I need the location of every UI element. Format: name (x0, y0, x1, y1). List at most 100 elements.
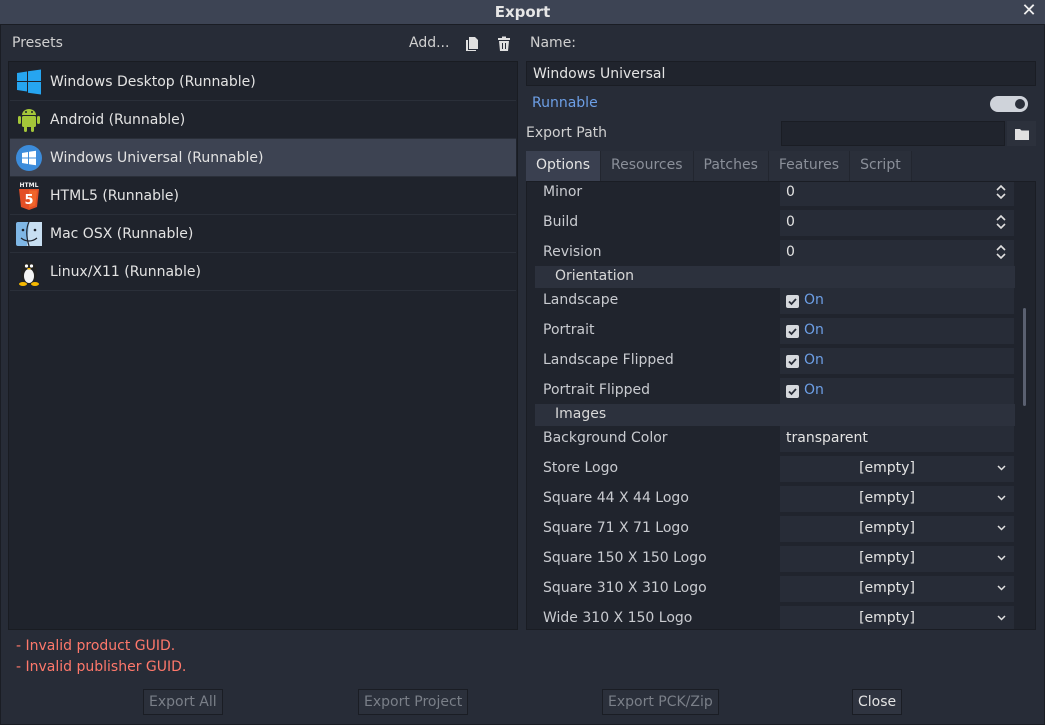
dropdown-value: [empty] (859, 580, 915, 596)
windows-icon (14, 67, 44, 97)
square44-row: Square 44 X 44 Logo [empty] (533, 484, 1015, 514)
svg-text:HTML: HTML (20, 182, 39, 189)
portrait-label: Portrait (543, 322, 595, 338)
preset-label: Android (Runnable) (50, 111, 186, 128)
landscape-flipped-label: Landscape Flipped (543, 352, 674, 368)
landscape-row: Landscape On (533, 286, 1015, 316)
export-pck-zip-button[interactable]: Export PCK/Zip (602, 689, 719, 715)
on-text: On (804, 292, 824, 308)
square71-dropdown[interactable]: [empty] (780, 516, 1014, 542)
square44-label: Square 44 X 44 Logo (543, 490, 689, 506)
spin-arrows-icon[interactable] (996, 184, 1006, 200)
chevron-down-icon (997, 495, 1006, 501)
export-all-button[interactable]: Export All (143, 689, 223, 715)
duplicate-icon[interactable] (464, 36, 480, 52)
square44-dropdown[interactable]: [empty] (780, 486, 1014, 512)
background-color-row: Background Color transparent (533, 424, 1015, 454)
square150-dropdown[interactable]: [empty] (780, 546, 1014, 572)
on-text: On (804, 322, 824, 338)
checkmark-icon (786, 295, 799, 308)
store-logo-row: Store Logo [empty] (533, 454, 1015, 484)
preset-item-android[interactable]: Android (Runnable) (10, 101, 516, 139)
portrait-flipped-checkbox[interactable]: On (780, 378, 1014, 404)
preset-name-field[interactable]: Windows Universal (526, 61, 1036, 86)
build-spinbox[interactable]: 0 (780, 210, 1014, 236)
chevron-down-icon (997, 465, 1006, 471)
portrait-row: Portrait On (533, 316, 1015, 346)
preset-label: Linux/X11 (Runnable) (50, 263, 201, 280)
preset-list: Windows Desktop (Runnable) Android (Runn… (8, 61, 518, 630)
background-color-field[interactable]: transparent (780, 426, 1014, 452)
chevron-down-icon (997, 585, 1006, 591)
dropdown-value: [empty] (859, 490, 915, 506)
portrait-flipped-label: Portrait Flipped (543, 382, 651, 398)
tab-features[interactable]: Features (768, 151, 851, 181)
tab-options[interactable]: Options (526, 151, 602, 181)
landscape-checkbox[interactable]: On (780, 288, 1014, 314)
tab-patches[interactable]: Patches (693, 151, 769, 181)
chevron-down-icon (997, 555, 1006, 561)
checkmark-icon (786, 355, 799, 368)
revision-label: Revision (543, 244, 602, 260)
square71-label: Square 71 X 71 Logo (543, 520, 689, 536)
minor-value: 0 (786, 184, 795, 200)
name-label: Name: (530, 35, 577, 51)
export-path-label: Export Path (526, 125, 608, 141)
square71-row: Square 71 X 71 Logo [empty] (533, 514, 1015, 544)
close-button[interactable]: Close (852, 689, 903, 715)
dropdown-value: [empty] (859, 460, 915, 476)
revision-value: 0 (786, 244, 795, 260)
close-icon[interactable]: ✕ (1019, 1, 1039, 21)
preset-label: Windows Universal (Runnable) (50, 149, 264, 166)
portrait-checkbox[interactable]: On (780, 318, 1014, 344)
on-text: On (804, 352, 824, 368)
square310-row: Square 310 X 310 Logo [empty] (533, 574, 1015, 604)
preset-item-windows-desktop[interactable]: Windows Desktop (Runnable) (10, 63, 516, 101)
landscape-flipped-row: Landscape Flipped On (533, 346, 1015, 376)
preset-label: HTML5 (Runnable) (50, 187, 179, 204)
export-project-button[interactable]: Export Project (358, 689, 469, 715)
mac-osx-icon (14, 219, 44, 249)
dropdown-value: [empty] (859, 520, 915, 536)
images-section-title: Images (555, 406, 607, 422)
options-panel: Minor 0 Build 0 Revision 0 Orientation L… (526, 181, 1036, 630)
preset-label: Windows Desktop (Runnable) (50, 73, 256, 90)
add-preset-button[interactable]: Add... (409, 35, 449, 51)
runnable-label: Runnable (532, 95, 598, 111)
runnable-toggle[interactable] (990, 96, 1028, 112)
store-logo-label: Store Logo (543, 460, 619, 476)
dropdown-value: [empty] (859, 610, 915, 626)
error-product-guid: - Invalid product GUID. (16, 638, 176, 654)
landscape-flipped-checkbox[interactable]: On (780, 348, 1014, 374)
spin-arrows-icon[interactable] (996, 244, 1006, 260)
tab-bar: Options Resources Patches Features Scrip… (526, 151, 912, 181)
presets-label: Presets (12, 35, 63, 51)
square310-dropdown[interactable]: [empty] (780, 576, 1014, 602)
build-row: Build 0 (533, 208, 1015, 238)
preset-item-linux[interactable]: Linux/X11 (Runnable) (10, 253, 516, 291)
revision-spinbox[interactable]: 0 (780, 240, 1014, 266)
wide310-dropdown[interactable]: [empty] (780, 606, 1014, 629)
dropdown-value: [empty] (859, 550, 915, 566)
build-value: 0 (786, 214, 795, 230)
error-publisher-guid: - Invalid publisher GUID. (16, 659, 187, 675)
export-path-field[interactable] (781, 121, 1005, 146)
images-section: Images (535, 404, 1015, 426)
trash-icon[interactable] (496, 36, 512, 52)
minor-spinbox[interactable]: 0 (780, 182, 1014, 206)
folder-icon[interactable] (1007, 121, 1036, 146)
title-bar: Export ✕ (0, 0, 1045, 24)
store-logo-dropdown[interactable]: [empty] (780, 456, 1014, 482)
preset-item-html5[interactable]: HTML 5 HTML5 (Runnable) (10, 177, 516, 215)
square150-label: Square 150 X 150 Logo (543, 550, 707, 566)
preset-item-mac-osx[interactable]: Mac OSX (Runnable) (10, 215, 516, 253)
options-scrollbar[interactable] (1023, 308, 1026, 406)
background-color-label: Background Color (543, 430, 668, 446)
chevron-down-icon (997, 525, 1006, 531)
preset-item-windows-universal[interactable]: Windows Universal (Runnable) (10, 139, 516, 177)
tab-script[interactable]: Script (850, 151, 912, 181)
window-title: Export (494, 3, 551, 21)
spin-arrows-icon[interactable] (996, 214, 1006, 230)
tab-resources[interactable]: Resources (601, 151, 694, 181)
svg-text:5: 5 (24, 193, 33, 208)
